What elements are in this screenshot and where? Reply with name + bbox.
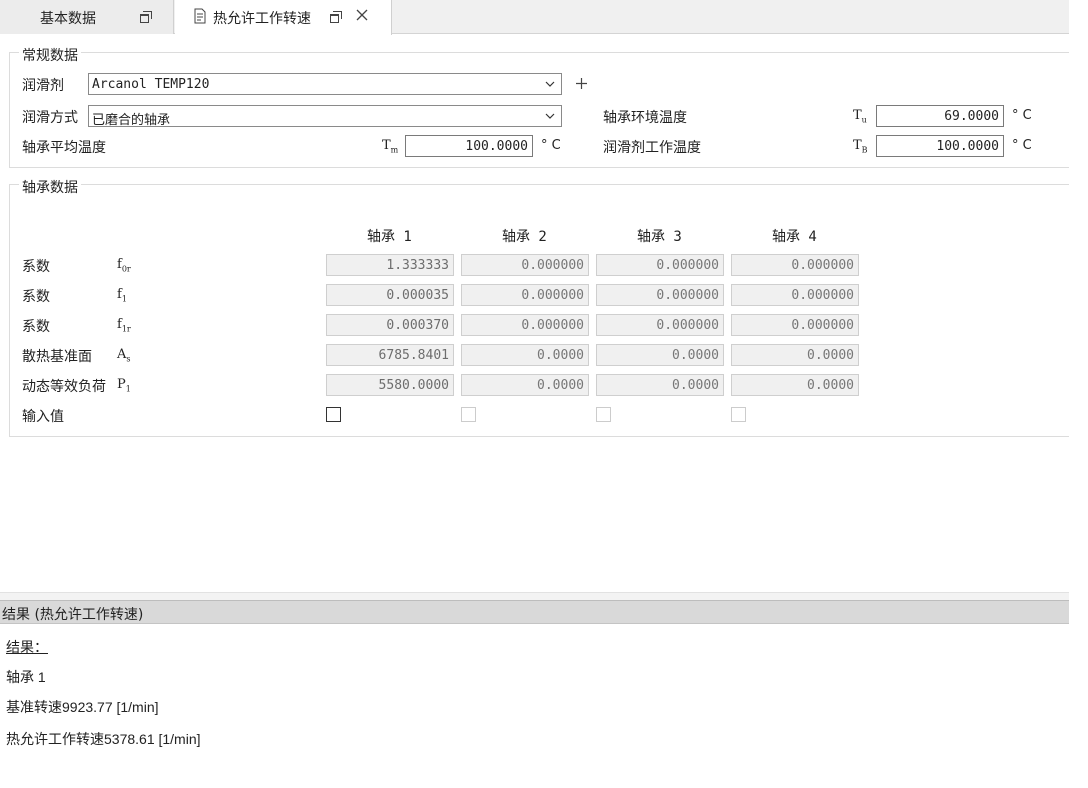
cell-f1r-bearing-3: 0.000000 [596,314,724,336]
row-symbol-f1r: f1r [117,317,131,334]
results-heading: 结果： [6,639,48,655]
bearing-data-title: 轴承数据 [19,177,81,197]
mean-temp-label: 轴承平均温度 [22,140,106,156]
lubricant-temp-value: 100.0000 [936,139,999,154]
document-icon [194,8,206,24]
restore-window-icon[interactable] [330,11,342,23]
add-lubricant-icon[interactable] [575,77,588,90]
row-label-as: 散热基准面 [22,349,92,365]
lubricant-select[interactable]: Arcanol TEMP120 [88,73,562,95]
lubricant-value: Arcanol TEMP120 [92,77,210,92]
close-icon[interactable] [355,8,369,22]
tab-basic-data[interactable]: 基本数据 [0,0,174,34]
cell-f0r-bearing-2: 0.000000 [461,254,589,276]
lubricant-temp-label: 润滑剂工作温度 [603,140,701,156]
ambient-temp-unit: ° C [1012,108,1032,123]
row-symbol-f1: f1 [117,287,127,304]
cell-as-bearing-3: 0.0000 [596,344,724,366]
general-data-title: 常规数据 [19,45,81,65]
row-label-f1: 系数 [22,289,50,305]
cell-f0r-bearing-4: 0.000000 [731,254,859,276]
cell-f1r-bearing-4: 0.000000 [731,314,859,336]
cell-f1-bearing-4: 0.000000 [731,284,859,306]
cell-f1-bearing-2: 0.000000 [461,284,589,306]
cell-f1r-bearing-2: 0.000000 [461,314,589,336]
results-header-title: 结果 (热允许工作转速) [2,607,144,623]
row-label-f0r: 系数 [22,259,50,275]
restore-window-icon[interactable] [140,11,152,23]
bearing-data-group: 轴承数据 [9,177,1069,437]
column-header-bearing-4: 轴承 4 [772,229,817,245]
cell-as-bearing-1: 6785.8401 [326,344,454,366]
input-value-label: 输入值 [22,409,64,425]
cell-f1-bearing-3: 0.000000 [596,284,724,306]
lubricant-temp-unit: ° C [1012,138,1032,153]
results-bearing: 轴承 1 [6,669,46,685]
ambient-temp-symbol: Tu [853,108,867,125]
input-value-checkbox-bearing-4[interactable] [731,407,746,422]
results-splitter[interactable] [0,592,1069,600]
cell-f0r-bearing-3: 0.000000 [596,254,724,276]
cell-p1-bearing-1: 5580.0000 [326,374,454,396]
column-header-bearing-2: 轴承 2 [502,229,547,245]
mean-temp-value: 100.0000 [465,139,528,154]
lubricant-temp-input[interactable]: 100.0000 [876,135,1004,157]
lubrication-method-value: 已磨合的轴承 [92,113,171,128]
mean-temp-symbol: Tm [382,138,399,155]
cell-f1r-bearing-1: 0.000370 [326,314,454,336]
cell-p1-bearing-4: 0.0000 [731,374,859,396]
tab-basic-data-label: 基本数据 [40,11,96,27]
row-symbol-f0r: f0r [117,257,131,274]
tab-thermal-speed[interactable]: 热允许工作转速 [175,0,392,35]
results-reference-speed: 基准转速9923.77 [1/min] [6,699,159,715]
cell-as-bearing-4: 0.0000 [731,344,859,366]
ambient-temp-label: 轴承环境温度 [603,110,687,126]
column-header-bearing-1: 轴承 1 [367,229,412,245]
ambient-temp-input[interactable]: 69.0000 [876,105,1004,127]
chevron-down-icon [545,81,555,87]
lubrication-method-select[interactable]: 已磨合的轴承 [88,105,562,128]
row-symbol-p1: P1 [117,377,131,394]
mean-temp-input[interactable]: 100.0000 [405,135,533,157]
row-symbol-as: As [117,347,131,364]
cell-p1-bearing-2: 0.0000 [461,374,589,396]
input-value-checkbox-bearing-2[interactable] [461,407,476,422]
column-header-bearing-3: 轴承 3 [637,229,682,245]
cell-f0r-bearing-1: 1.333333 [326,254,454,276]
results-thermal-speed: 热允许工作转速5378.61 [1/min] [6,731,201,747]
input-value-checkbox-bearing-1[interactable] [326,407,341,422]
lubricant-label: 润滑剂 [22,78,64,94]
lubricant-temp-symbol: TB [853,138,868,155]
cell-as-bearing-2: 0.0000 [461,344,589,366]
ambient-temp-value: 69.0000 [944,109,999,124]
input-value-checkbox-bearing-3[interactable] [596,407,611,422]
tab-thermal-speed-label: 热允许工作转速 [213,11,311,27]
mean-temp-unit: ° C [541,138,561,153]
results-header: 结果 (热允许工作转速) [0,600,1069,624]
tab-bar: 基本数据 热允许工作转速 [0,0,1069,35]
row-label-f1r: 系数 [22,319,50,335]
cell-f1-bearing-1: 0.000035 [326,284,454,306]
chevron-down-icon [545,113,555,119]
lubrication-method-label: 润滑方式 [22,110,78,126]
row-label-p1: 动态等效负荷 [22,379,106,395]
cell-p1-bearing-3: 0.0000 [596,374,724,396]
